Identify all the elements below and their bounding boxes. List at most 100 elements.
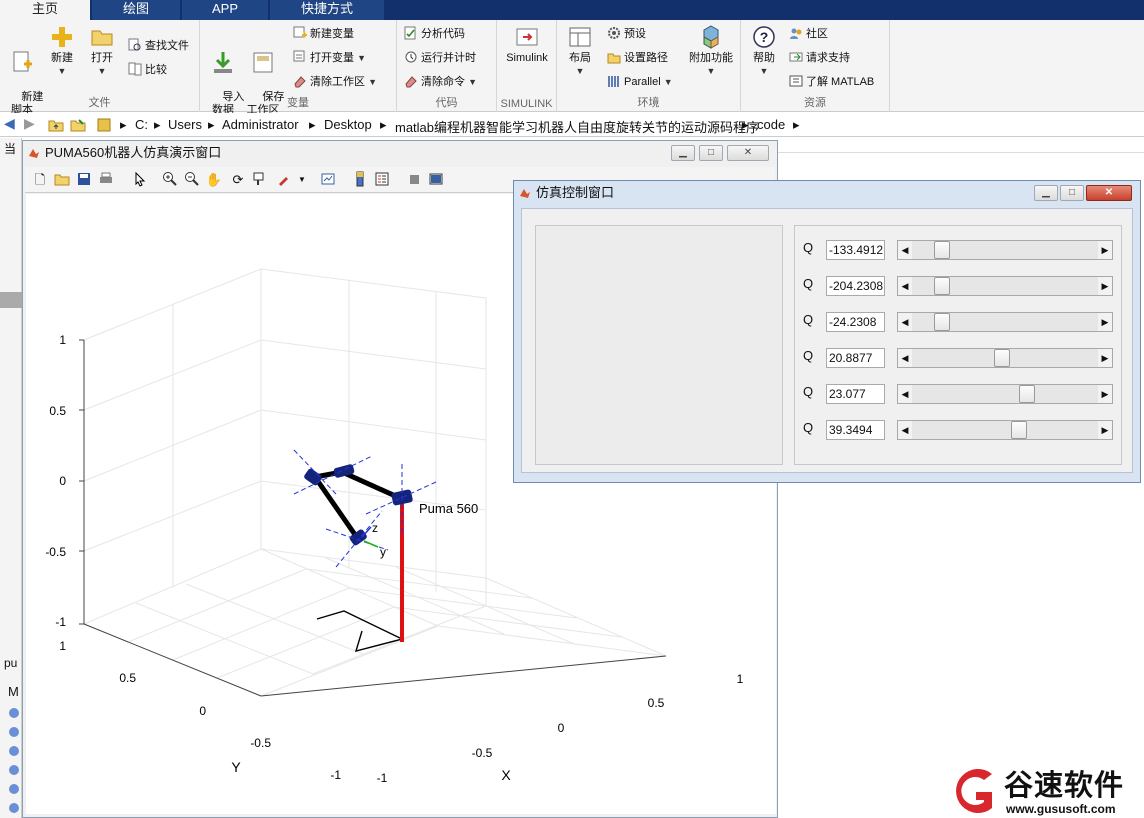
slider-right-arrow-icon[interactable]: ▶ [1098, 349, 1112, 367]
slider-thumb[interactable] [994, 349, 1010, 367]
slider-left-arrow-icon[interactable]: ◀ [898, 277, 912, 295]
clear-workspace-button[interactable]: 清除工作区 ▼ [293, 73, 377, 91]
learn-matlab-button[interactable]: 了解 MATLAB [789, 73, 874, 91]
path-separator: ▸ [742, 117, 749, 132]
function-file-icon[interactable] [9, 784, 19, 794]
watermark: 谷速软件 www.gususoft.com [944, 762, 1144, 818]
joint-slider[interactable]: ◀ ▶ [897, 384, 1113, 404]
function-file-icon[interactable] [9, 727, 19, 737]
browse-folder-icon[interactable] [70, 117, 86, 133]
set-path-button[interactable]: 设置路径 [607, 49, 668, 67]
joint-slider[interactable]: ◀ ▶ [897, 420, 1113, 440]
path-segment[interactable]: Administrator [222, 117, 299, 132]
back-arrow-icon[interactable]: ◀ [4, 115, 15, 132]
clear-commands-button[interactable]: 清除命令 ▼ [404, 73, 477, 91]
path-segment[interactable]: code [757, 117, 785, 132]
joint-value-field[interactable]: 39.3494 [826, 420, 885, 440]
compare-button[interactable]: 比较 [128, 61, 167, 79]
function-file-icon[interactable] [9, 708, 19, 718]
joint-slider[interactable]: ◀ ▶ [897, 240, 1113, 260]
tab-apps[interactable]: APP [182, 0, 268, 20]
joint-value-field[interactable]: -204.2308 [826, 276, 885, 296]
path-segment[interactable]: Desktop [324, 117, 372, 132]
slider-thumb[interactable] [1011, 421, 1027, 439]
close-button[interactable]: ✕ [1086, 185, 1132, 201]
chevron-down-icon: ▼ [575, 66, 585, 76]
joint-slider[interactable]: ◀ ▶ [897, 348, 1113, 368]
find-files-button[interactable]: 查找文件 [128, 37, 189, 55]
zoom-out-icon[interactable] [183, 171, 201, 189]
pointer-icon[interactable] [131, 171, 149, 189]
chevron-down-icon[interactable]: ▼ [293, 171, 311, 189]
slider-thumb[interactable] [934, 277, 950, 295]
analyze-code-button[interactable]: 分析代码 [404, 25, 465, 43]
maximize-button[interactable]: □ [699, 145, 723, 161]
slider-right-arrow-icon[interactable]: ▶ [1098, 277, 1112, 295]
joint-slider[interactable]: ◀ ▶ [897, 312, 1113, 332]
zoom-in-icon[interactable] [161, 171, 179, 189]
slider-panel: Q -133.4912 ◀ ▶ Q -204.2308 ◀ ▶ Q -24.2308… [794, 225, 1122, 465]
function-file-icon[interactable] [9, 803, 19, 813]
minimize-button[interactable]: ▁ [671, 145, 695, 161]
slider-thumb[interactable] [934, 241, 950, 259]
joint-value-field[interactable]: 20.8877 [826, 348, 885, 368]
slider-left-arrow-icon[interactable]: ◀ [898, 313, 912, 331]
parallel-button[interactable]: Parallel ▼ [607, 73, 673, 91]
up-folder-icon[interactable] [48, 117, 64, 133]
path-separator: ▸ [793, 117, 800, 132]
colorbar-icon[interactable] [351, 171, 369, 189]
tab-plots[interactable]: 绘图 [92, 0, 180, 20]
slider-left-arrow-icon[interactable]: ◀ [898, 349, 912, 367]
brush-icon[interactable] [275, 171, 293, 189]
request-support-button[interactable]: 请求支持 [789, 49, 850, 67]
variable-group-label: 变量 [287, 97, 309, 109]
slider-left-arrow-icon[interactable]: ◀ [898, 385, 912, 403]
new-button[interactable]: 新建 ▼ [43, 24, 81, 78]
print-icon[interactable] [97, 171, 115, 189]
show-plot-tools-icon[interactable] [427, 171, 445, 189]
joint-value-field[interactable]: -133.4912 [826, 240, 885, 260]
slider-thumb[interactable] [1019, 385, 1035, 403]
run-and-time-button[interactable]: 运行并计时 [404, 49, 476, 67]
data-cursor-icon[interactable] [251, 171, 269, 189]
add-ons-button[interactable]: 附加功能 ▼ [687, 24, 735, 78]
hide-plot-tools-icon[interactable] [405, 171, 423, 189]
legend-icon[interactable] [373, 171, 391, 189]
slider-left-arrow-icon[interactable]: ◀ [898, 241, 912, 259]
path-segment[interactable]: Users [168, 117, 202, 132]
function-file-icon[interactable] [9, 765, 19, 775]
path-segment[interactable]: C: [135, 117, 148, 132]
joint-value-field[interactable]: 23.077 [826, 384, 885, 404]
function-file-icon[interactable] [9, 746, 19, 756]
save-icon[interactable] [75, 171, 93, 189]
slider-right-arrow-icon[interactable]: ▶ [1098, 385, 1112, 403]
new-figure-icon[interactable]: 🗋 [31, 171, 49, 189]
link-plot-icon[interactable] [319, 171, 337, 189]
tab-shortcuts[interactable]: 快捷方式 [270, 0, 384, 20]
joint-value-field[interactable]: -24.2308 [826, 312, 885, 332]
new-label: 新建 [51, 52, 73, 64]
slider-right-arrow-icon[interactable]: ▶ [1098, 313, 1112, 331]
slider-thumb[interactable] [934, 313, 950, 331]
joint-slider[interactable]: ◀ ▶ [897, 276, 1113, 296]
slider-left-arrow-icon[interactable]: ◀ [898, 421, 912, 439]
maximize-button[interactable]: □ [1060, 185, 1084, 201]
path-segment[interactable]: matlab编程机器智能学习机器人自由度旋转关节的运动源码程序 [395, 117, 759, 136]
new-variable-button[interactable]: 新建变量 [293, 25, 354, 43]
open-variable-button[interactable]: 打开变量 ▼ [293, 49, 366, 67]
simulink-button[interactable]: Simulink [502, 24, 552, 65]
layout-button[interactable]: 布局 ▼ [561, 24, 599, 78]
help-button[interactable]: ? 帮助 ▼ [745, 24, 783, 78]
slider-right-arrow-icon[interactable]: ▶ [1098, 241, 1112, 259]
open-button[interactable]: 打开 ▼ [83, 24, 121, 78]
community-button[interactable]: 社区 [789, 25, 828, 43]
minimize-button[interactable]: ▁ [1034, 185, 1058, 201]
preferences-button[interactable]: 预设 [607, 25, 646, 43]
forward-arrow-icon[interactable]: ▶ [24, 115, 35, 132]
open-file-icon[interactable] [53, 171, 71, 189]
slider-right-arrow-icon[interactable]: ▶ [1098, 421, 1112, 439]
pan-hand-icon[interactable]: ✋ [205, 171, 223, 189]
rotate-3d-icon[interactable]: ⟳ [229, 171, 247, 189]
tab-home[interactable]: 主页 [0, 0, 90, 20]
close-button[interactable]: ✕ [727, 145, 769, 161]
